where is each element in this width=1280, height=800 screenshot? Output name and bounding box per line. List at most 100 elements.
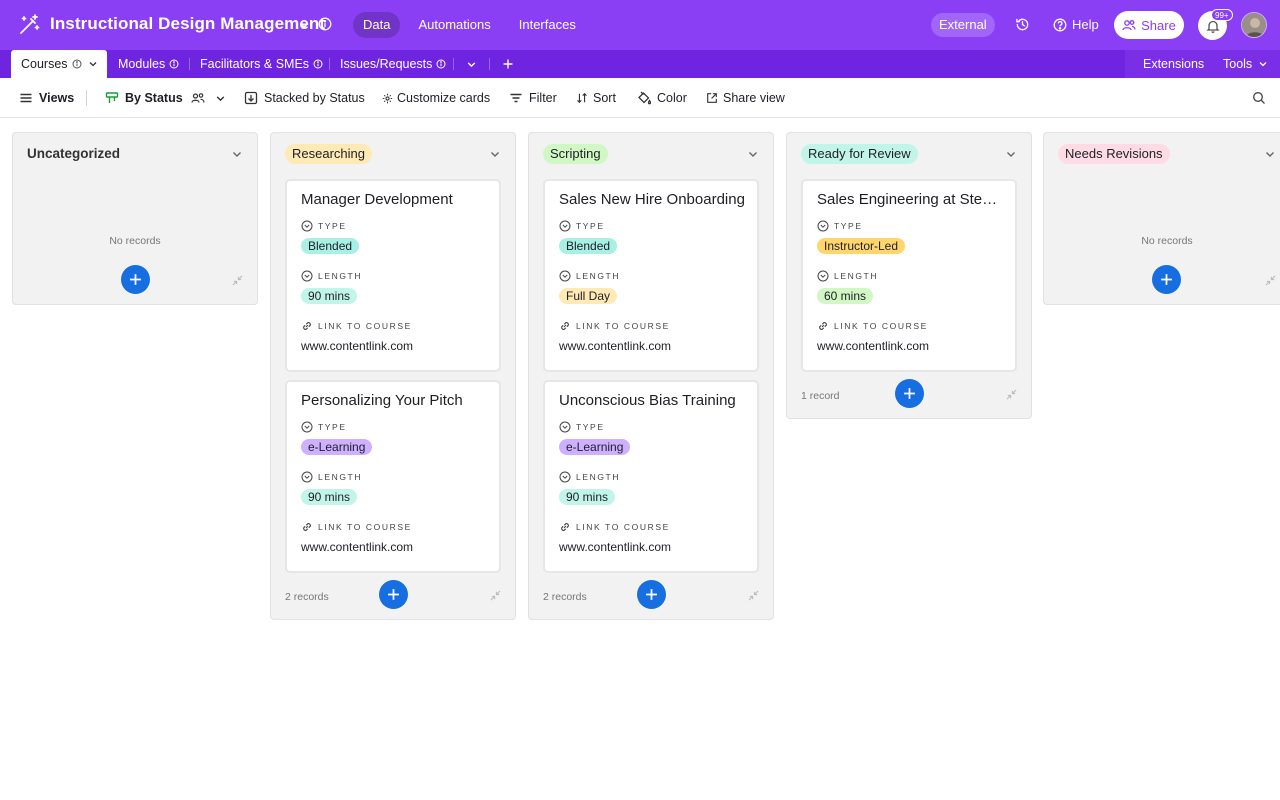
tab-facilitators[interactable]: Facilitators & SMEs bbox=[200, 50, 323, 78]
toolbar-divider bbox=[86, 90, 87, 106]
magic-wand-icon[interactable] bbox=[18, 14, 40, 36]
stack-footer bbox=[13, 260, 257, 304]
course-link[interactable]: www.contentlink.com bbox=[559, 540, 671, 554]
chevron-down-icon[interactable] bbox=[88, 59, 98, 69]
tab-divider bbox=[329, 58, 330, 70]
views-button[interactable]: Views bbox=[19, 90, 74, 106]
field-label-type: TYPE bbox=[559, 421, 605, 433]
single-select-icon bbox=[817, 270, 829, 282]
search-icon[interactable] bbox=[1252, 91, 1266, 105]
all-tables-button[interactable] bbox=[466, 50, 477, 78]
extensions-label: Extensions bbox=[1143, 57, 1205, 71]
stack-header[interactable]: Ready for Review bbox=[787, 133, 1031, 177]
record-card[interactable]: Unconscious Bias Training TYPE e-Learnin… bbox=[543, 380, 759, 573]
help-button[interactable]: Help bbox=[1053, 17, 1099, 32]
nav-data[interactable]: Data bbox=[353, 12, 401, 38]
nav-automations[interactable]: Automations bbox=[408, 12, 500, 38]
add-record-button[interactable] bbox=[379, 580, 408, 609]
type-chip: Blended bbox=[301, 238, 360, 254]
field-label-link: LINK TO COURSE bbox=[301, 521, 412, 533]
chevron-down-icon[interactable] bbox=[489, 148, 501, 160]
tab-label: Facilitators & SMEs bbox=[200, 57, 310, 71]
tab-issues-requests[interactable]: Issues/Requests bbox=[340, 50, 446, 78]
status-pill: Ready for Review bbox=[801, 144, 918, 164]
sort-label: Sort bbox=[593, 91, 616, 105]
course-link[interactable]: www.contentlink.com bbox=[301, 339, 413, 353]
add-record-button[interactable] bbox=[121, 265, 150, 294]
sort-button[interactable]: Sort bbox=[576, 90, 616, 106]
field-label-length: LENGTH bbox=[817, 270, 878, 282]
stacked-label: Stacked by Status bbox=[264, 91, 365, 105]
color-button[interactable]: Color bbox=[637, 90, 687, 106]
tab-divider bbox=[489, 58, 490, 70]
top-nav: Data Automations Interfaces bbox=[353, 12, 594, 38]
record-card[interactable]: Sales Engineering at Stemline Corp TYPE … bbox=[801, 179, 1017, 372]
single-select-icon bbox=[301, 220, 313, 232]
tools-button[interactable]: Tools bbox=[1223, 50, 1268, 78]
record-count: 1 record bbox=[801, 390, 840, 402]
chevron-down-icon[interactable] bbox=[1005, 148, 1017, 160]
filter-button[interactable]: Filter bbox=[509, 90, 557, 106]
single-select-icon bbox=[817, 220, 829, 232]
info-icon bbox=[169, 59, 179, 69]
collapse-icon[interactable] bbox=[490, 590, 501, 601]
nav-interfaces[interactable]: Interfaces bbox=[509, 12, 586, 38]
chevron-down-icon[interactable] bbox=[231, 148, 243, 160]
chevron-down-icon[interactable] bbox=[747, 148, 759, 160]
stack-header[interactable]: Uncategorized bbox=[13, 133, 257, 177]
tab-courses[interactable]: Courses bbox=[11, 50, 107, 78]
collapse-icon[interactable] bbox=[232, 275, 243, 286]
external-badge[interactable]: External bbox=[931, 13, 995, 37]
stacked-by-button[interactable]: Stacked by Status bbox=[244, 90, 365, 106]
stack-header[interactable]: Researching bbox=[271, 133, 515, 177]
field-label-text: LENGTH bbox=[318, 271, 363, 281]
type-chip: e-Learning bbox=[301, 439, 373, 455]
customize-cards-button[interactable]: Customize cards bbox=[382, 90, 490, 106]
base-title[interactable]: Instructional Design Management bbox=[50, 14, 325, 34]
share-button[interactable]: Share bbox=[1114, 11, 1184, 39]
collapse-icon[interactable] bbox=[748, 590, 759, 601]
tools-label: Tools bbox=[1223, 57, 1253, 71]
stack-header[interactable]: Scripting bbox=[529, 133, 773, 177]
stack-footer: 2 records bbox=[529, 575, 773, 619]
extensions-button[interactable]: Extensions bbox=[1143, 50, 1204, 78]
record-card[interactable]: Manager Development TYPE Blended LENGTH … bbox=[285, 179, 501, 372]
plus-icon bbox=[130, 274, 141, 285]
stack-title: Uncategorized bbox=[27, 146, 121, 161]
add-record-button[interactable] bbox=[1152, 265, 1181, 294]
chevron-down-icon[interactable] bbox=[298, 19, 310, 31]
share-view-button[interactable]: Share view bbox=[706, 90, 785, 106]
chevron-down-icon[interactable] bbox=[1264, 148, 1276, 160]
customize-label: Customize cards bbox=[397, 91, 491, 105]
view-switcher[interactable]: By Status bbox=[105, 90, 232, 106]
table-tabs-bar: Courses Modules Facilitators & SMEs Issu… bbox=[0, 50, 1280, 78]
color-label: Color bbox=[657, 91, 687, 105]
add-table-button[interactable] bbox=[502, 50, 514, 78]
record-card[interactable]: Sales New Hire Onboarding TYPE Blended L… bbox=[543, 179, 759, 372]
field-label-type: TYPE bbox=[301, 220, 347, 232]
stack-header[interactable]: Needs Revisions bbox=[1044, 133, 1280, 177]
collapse-icon[interactable] bbox=[1265, 275, 1276, 286]
history-icon[interactable] bbox=[1015, 17, 1030, 32]
user-avatar[interactable] bbox=[1241, 12, 1267, 38]
add-record-button[interactable] bbox=[895, 379, 924, 408]
view-toolbar: Views By Status Stacked by Status Custom… bbox=[0, 78, 1280, 118]
stack-footer: 2 records bbox=[271, 575, 515, 619]
info-icon[interactable] bbox=[318, 17, 332, 31]
views-label: Views bbox=[39, 91, 75, 105]
share-label: Share bbox=[1141, 17, 1176, 33]
info-icon bbox=[313, 59, 323, 69]
field-label-length: LENGTH bbox=[301, 471, 362, 483]
course-link[interactable]: www.contentlink.com bbox=[559, 339, 671, 353]
collapse-icon[interactable] bbox=[1006, 389, 1017, 400]
card-title: Unconscious Bias Training bbox=[559, 392, 736, 409]
add-record-button[interactable] bbox=[637, 580, 666, 609]
record-card[interactable]: Personalizing Your Pitch TYPE e-Learning… bbox=[285, 380, 501, 573]
field-label-text: LINK TO COURSE bbox=[318, 522, 412, 532]
course-link[interactable]: www.contentlink.com bbox=[817, 339, 929, 353]
stack-icon bbox=[244, 91, 258, 105]
tab-modules[interactable]: Modules bbox=[118, 50, 179, 78]
course-link[interactable]: www.contentlink.com bbox=[301, 540, 413, 554]
length-chip: 90 mins bbox=[559, 489, 616, 505]
no-records-text: No records bbox=[1141, 235, 1193, 247]
